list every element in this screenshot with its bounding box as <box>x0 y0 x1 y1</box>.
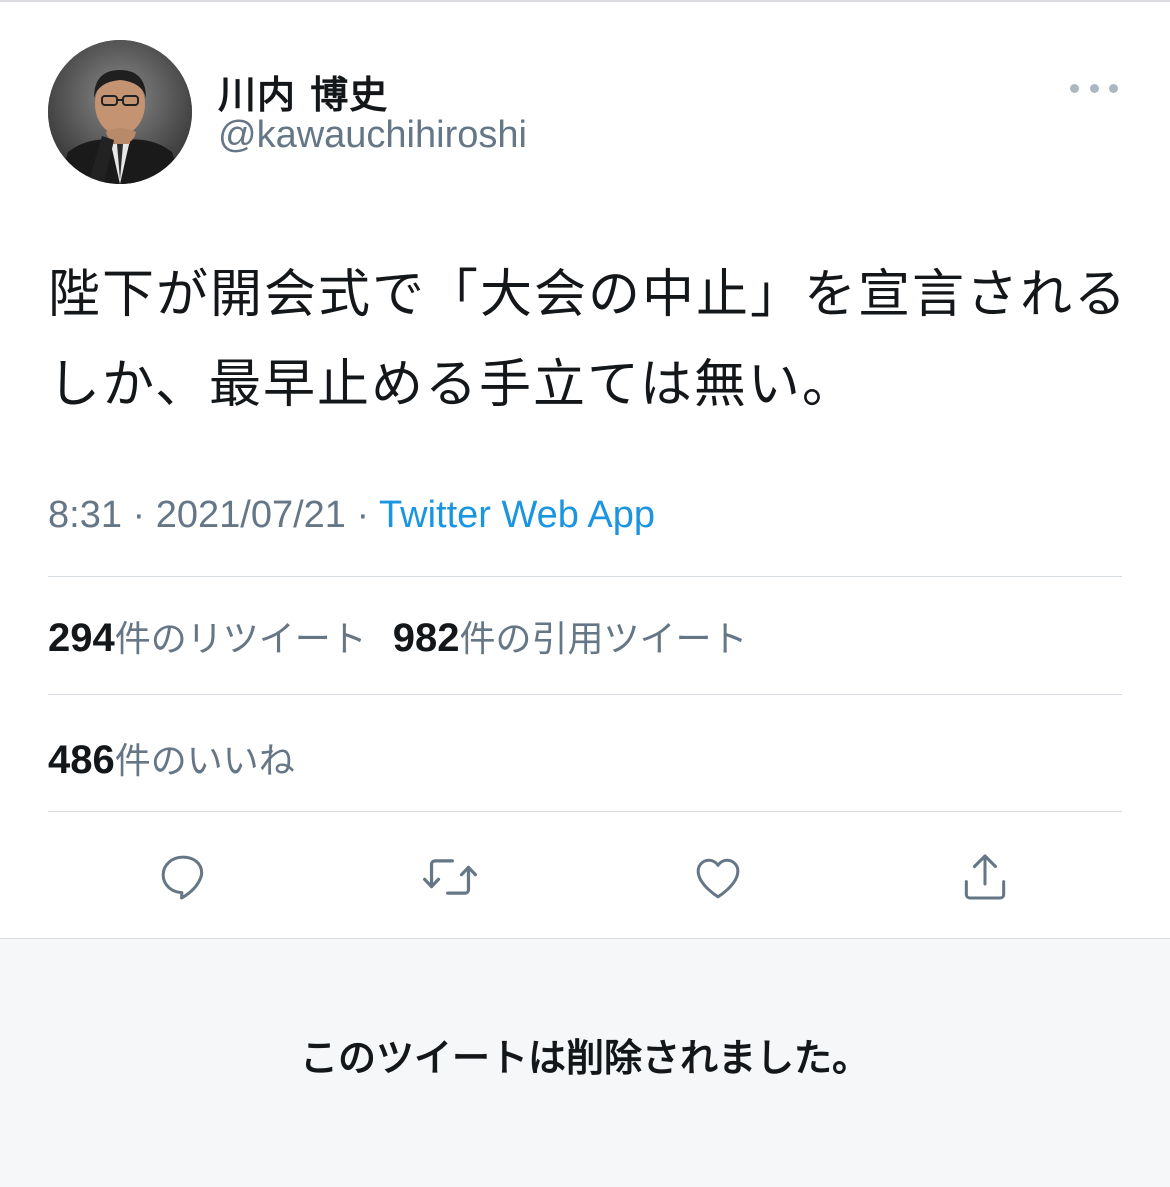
user-handle[interactable]: @kawauchihiroshi <box>218 114 527 157</box>
tweet-time[interactable]: 8:31 <box>48 494 122 536</box>
retweet-icon <box>423 859 477 895</box>
quote-tweets-stat[interactable]: 982件の引用ツイート <box>393 610 748 662</box>
avatar-image <box>48 40 192 184</box>
tweet-source-link[interactable]: Twitter Web App <box>379 494 655 536</box>
tweet-card: 川内 博史 @kawauchihiroshi 陛下が開会式で「大会の中止」を宣言… <box>0 2 1170 938</box>
heart-icon <box>696 858 740 899</box>
retweet-count: 294 <box>48 616 115 660</box>
tweet-date[interactable]: 2021/07/21 <box>156 494 346 536</box>
reply-icon <box>161 855 204 900</box>
divider <box>48 576 1122 577</box>
quote-count: 982 <box>392 616 460 660</box>
retweet-button[interactable] <box>415 842 485 912</box>
divider <box>48 811 1122 812</box>
like-button[interactable] <box>683 842 753 912</box>
more-dot-icon <box>1070 83 1079 93</box>
more-dot-icon <box>1109 83 1118 93</box>
more-dot-icon <box>1089 83 1099 93</box>
meta-separator: · <box>345 494 380 536</box>
tweet-text: 陛下が開会式で「大会の中止」を宣言されるしか、最早止める手立ては無い。 <box>48 265 1129 415</box>
meta-separator: · <box>121 494 156 536</box>
reply-button[interactable] <box>148 842 218 912</box>
deleted-tweet-notice: このツイートは削除されました。 <box>299 1036 870 1080</box>
more-options-button[interactable] <box>1070 74 1118 102</box>
display-name[interactable]: 川内 博史 <box>218 64 388 119</box>
retweet-label: 件のリツイート <box>114 619 367 660</box>
deleted-tweet-panel: このツイートは削除されました。 <box>0 938 1170 1187</box>
like-count: 486 <box>48 738 115 782</box>
likes-stats-row: 486件のいいね <box>48 732 321 784</box>
page: 川内 博史 @kawauchihiroshi 陛下が開会式で「大会の中止」を宣言… <box>0 0 1170 1187</box>
likes-stat[interactable]: 486件のいいね <box>48 732 295 784</box>
tweet-metadata: 8:31 · 2021/07/21 · Twitter Web App <box>48 494 655 537</box>
share-button[interactable] <box>950 842 1020 912</box>
avatar[interactable] <box>48 40 192 184</box>
engagement-stats-row: 294件のリツイート 982件の引用ツイート <box>48 610 774 662</box>
share-icon <box>964 854 1006 900</box>
quote-label: 件の引用ツイート <box>459 619 748 660</box>
action-bar <box>0 842 1170 912</box>
like-label: 件のいいね <box>114 741 295 782</box>
divider <box>48 694 1122 695</box>
retweets-stat[interactable]: 294件のリツイート <box>48 610 367 662</box>
